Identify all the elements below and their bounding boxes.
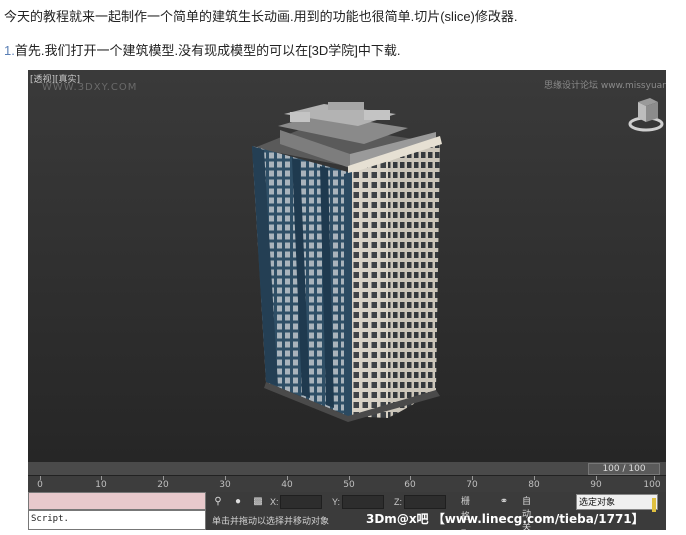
- key-icon[interactable]: ⚭: [498, 496, 510, 508]
- tick-label: 70: [466, 480, 478, 490]
- status-bar: Script. ⚲ ● ▩ X: Y: Z: 栅格 = ⚭ 自动关键点 选定对象…: [28, 492, 666, 530]
- y-coordinate-field[interactable]: [342, 495, 384, 509]
- perspective-viewport[interactable]: [透视][真实] WWW.3DXY.COM 思缘设计论坛 www.missyua…: [28, 70, 666, 462]
- tick-label: 20: [157, 480, 169, 490]
- maxscript-listener-output[interactable]: [28, 492, 206, 510]
- tick-label: 30: [219, 480, 231, 490]
- tick-label: 60: [404, 480, 416, 490]
- y-label: Y:: [332, 497, 341, 507]
- step-number: 1.: [4, 43, 15, 58]
- isolate-selection-icon[interactable]: ⚲: [212, 496, 224, 508]
- tick-label: 0: [37, 480, 43, 490]
- tick-label: 100: [643, 480, 661, 490]
- tick-label: 40: [281, 480, 293, 490]
- tick-label: 50: [343, 480, 355, 490]
- timeline: 100 / 100 0 10 20 30 40 50 60 70 80 90 1…: [28, 462, 666, 492]
- grid-setting[interactable]: 栅格 =: [458, 494, 473, 530]
- auto-key-button[interactable]: 自动关键点: [522, 495, 531, 530]
- intro-paragraph: 今天的教程就来一起制作一个简单的建筑生长动画.用到的功能也很简单.切片(slic…: [4, 9, 518, 24]
- step-paragraph: 1.首先.我们打开一个建筑模型.没有现成模型的可以在[3D学院]中下载.: [4, 40, 401, 59]
- prompt-line: 单击并拖动以选择并移动对象: [212, 516, 330, 526]
- time-slider-handle[interactable]: 100 / 100: [588, 463, 660, 475]
- building-model[interactable]: [28, 70, 666, 462]
- maxscript-listener-input[interactable]: Script.: [28, 510, 206, 530]
- z-label: Z:: [394, 497, 402, 507]
- tick-label: 10: [95, 480, 107, 490]
- absolute-mode-icon[interactable]: ▩: [252, 496, 264, 508]
- tick-label: 80: [528, 480, 540, 490]
- x-label: X:: [270, 497, 279, 507]
- z-coordinate-field[interactable]: [404, 495, 446, 509]
- tick-label: 90: [590, 480, 602, 490]
- timeline-ruler[interactable]: 0 10 20 30 40 50 60 70 80 90 100: [28, 476, 666, 492]
- key-marker: [652, 498, 656, 512]
- x-coordinate-field[interactable]: [280, 495, 322, 509]
- time-slider[interactable]: 100 / 100: [28, 462, 666, 476]
- selection-set-dropdown[interactable]: 选定对象: [576, 494, 658, 510]
- tieba-watermark: 3Dm@x吧 【www.linecg.com/tieba/1771】: [366, 512, 644, 526]
- lock-selection-icon[interactable]: ●: [232, 496, 244, 508]
- step-text: 首先.我们打开一个建筑模型.没有现成模型的可以在[3D学院]中下载.: [14, 43, 401, 58]
- 3dsmax-screenshot: [透视][真实] WWW.3DXY.COM 思缘设计论坛 www.missyua…: [28, 70, 666, 530]
